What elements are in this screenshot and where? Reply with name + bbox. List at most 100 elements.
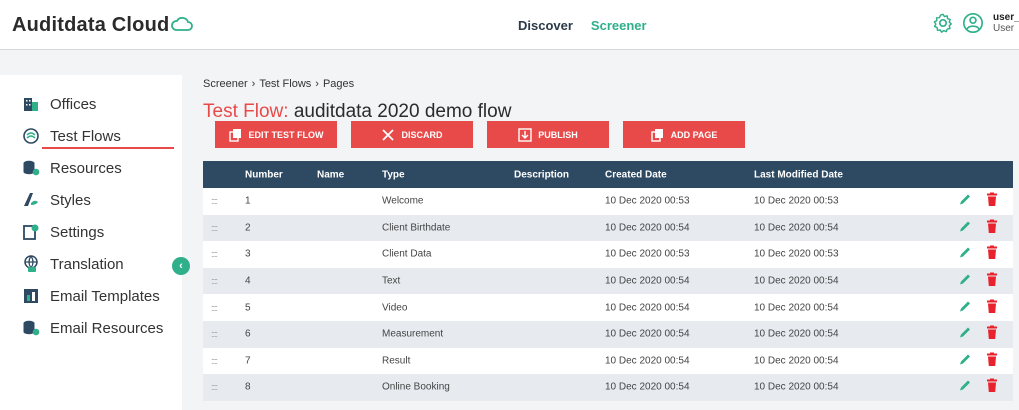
building-icon bbox=[22, 95, 40, 113]
edit-test-flow-button[interactable]: EDIT TEST FLOW bbox=[215, 121, 337, 148]
add-page-button[interactable]: ADD PAGE bbox=[623, 121, 745, 148]
sidebar-item-label: Email Resources bbox=[50, 319, 164, 337]
cloud-icon bbox=[171, 16, 194, 31]
collapse-sidebar-button[interactable]: ‹ bbox=[172, 257, 190, 275]
edit-icon[interactable] bbox=[958, 352, 972, 369]
edit-icon[interactable] bbox=[958, 299, 972, 316]
row-number: 7 bbox=[245, 355, 251, 367]
user-block[interactable]: user_ User bbox=[993, 12, 1019, 34]
top-icons bbox=[932, 12, 984, 34]
row-number: 3 bbox=[245, 248, 251, 260]
edit-icon[interactable] bbox=[958, 379, 972, 396]
delete-icon[interactable] bbox=[986, 352, 998, 369]
drag-handle[interactable]: :::: bbox=[211, 329, 218, 339]
table-row[interactable]: :::: 4 Text 10 Dec 2020 00:54 10 Dec 2020 00… bbox=[203, 267, 1013, 295]
table-row[interactable]: :::: 3 Client Data 10 Dec 2020 00:53 10 Dec … bbox=[203, 241, 1013, 268]
row-type: Text bbox=[382, 275, 401, 287]
top-nav: Discover Screener bbox=[518, 18, 647, 33]
table-row[interactable]: :::: 8 Online Booking 10 Dec 2020 00:54 10 D… bbox=[203, 374, 1013, 401]
discard-label: DISCARD bbox=[401, 129, 443, 140]
delete-icon[interactable] bbox=[986, 219, 998, 236]
publish-button[interactable]: PUBLISH bbox=[487, 121, 609, 148]
drag-handle[interactable]: :::: bbox=[211, 223, 218, 233]
sidebar-item-label: Resources bbox=[50, 159, 122, 177]
sidebar-item-offices[interactable]: Offices bbox=[22, 92, 96, 116]
sidebar-item-label: Offices bbox=[50, 95, 97, 113]
table-row[interactable]: :::: 6 Measurement 10 Dec 2020 00:54 10 Dec … bbox=[203, 320, 1013, 348]
drag-handle[interactable]: :::: bbox=[211, 303, 218, 313]
table-header: Number Name Type Description Created Dat… bbox=[203, 161, 1013, 188]
column-name[interactable]: Name bbox=[317, 169, 344, 180]
row-type: Client Data bbox=[382, 248, 432, 260]
logo[interactable]: Auditdata Cloud bbox=[12, 14, 194, 37]
column-description[interactable]: Description bbox=[514, 169, 569, 180]
edit-icon[interactable] bbox=[958, 326, 972, 343]
sidebar-item-email-templates[interactable]: Email Templates bbox=[22, 284, 160, 308]
delete-icon[interactable] bbox=[986, 245, 998, 263]
sidebar-item-settings[interactable]: Settings bbox=[22, 220, 104, 244]
column-number[interactable]: Number bbox=[245, 169, 283, 180]
delete-icon[interactable] bbox=[986, 272, 998, 290]
paint-icon bbox=[22, 191, 40, 209]
row-type: Client Birthdate bbox=[382, 222, 451, 234]
sidebar-item-label: Settings bbox=[50, 223, 105, 241]
settings-icon bbox=[22, 223, 40, 241]
delete-icon[interactable] bbox=[986, 325, 998, 343]
user-icon[interactable] bbox=[962, 12, 984, 34]
row-type: Video bbox=[382, 302, 408, 314]
drag-handle[interactable]: :::: bbox=[211, 196, 218, 206]
breadcrumb-pages: Pages bbox=[322, 78, 355, 90]
edit-icon[interactable] bbox=[958, 273, 972, 290]
publish-label: PUBLISH bbox=[538, 129, 578, 140]
sidebar-item-translation[interactable]: Translation bbox=[22, 252, 124, 276]
nav-screener[interactable]: Screener bbox=[591, 18, 647, 33]
email-template-icon bbox=[22, 287, 40, 305]
table-row[interactable]: :::: 1 Welcome 10 Dec 2020 00:53 10 Dec 2020… bbox=[203, 188, 1013, 215]
sidebar-item-test-flows[interactable]: Test Flows bbox=[22, 124, 121, 148]
delete-icon[interactable] bbox=[986, 192, 998, 210]
logo-text: Auditdata Cloud bbox=[12, 14, 170, 36]
row-number: 8 bbox=[245, 381, 251, 393]
breadcrumb-test-flows[interactable]: Test Flows bbox=[259, 78, 311, 90]
table-row[interactable]: :::: 2 Client Birthdate 10 Dec 2020 00:54 10… bbox=[203, 214, 1013, 242]
drag-handle[interactable]: :::: bbox=[211, 276, 218, 286]
delete-icon[interactable] bbox=[986, 378, 998, 396]
chevron-left-icon: ‹ bbox=[179, 260, 183, 272]
row-created-date: 10 Dec 2020 00:54 bbox=[605, 275, 690, 287]
active-indicator bbox=[42, 147, 174, 149]
nav-discover[interactable]: Discover bbox=[518, 18, 573, 33]
user-name: user_ bbox=[993, 12, 1019, 23]
row-type: Result bbox=[382, 355, 411, 367]
gear-icon[interactable] bbox=[932, 12, 954, 34]
sidebar-item-label: Test Flows bbox=[50, 127, 121, 145]
copy-icon bbox=[228, 128, 241, 142]
breadcrumb-screener[interactable]: Screener bbox=[203, 78, 248, 90]
discard-button[interactable]: DISCARD bbox=[351, 121, 473, 148]
sidebar-item-resources[interactable]: Resources bbox=[22, 156, 122, 180]
column-created-date[interactable]: Created Date bbox=[605, 169, 667, 180]
sidebar-item-styles[interactable]: Styles bbox=[22, 188, 91, 212]
edit-icon[interactable] bbox=[958, 246, 972, 263]
add-page-label: ADD PAGE bbox=[670, 129, 718, 140]
row-number: 1 bbox=[245, 195, 251, 207]
row-created-date: 10 Dec 2020 00:53 bbox=[605, 248, 690, 260]
add-page-icon bbox=[650, 128, 663, 142]
delete-icon[interactable] bbox=[986, 299, 998, 316]
row-modified-date: 10 Dec 2020 00:54 bbox=[754, 275, 839, 287]
column-type[interactable]: Type bbox=[382, 169, 405, 180]
table-row[interactable]: :::: 5 Video 10 Dec 2020 00:54 10 Dec 2020 0… bbox=[203, 294, 1013, 321]
table-row[interactable]: :::: 7 Result 10 Dec 2020 00:54 10 Dec 2020 … bbox=[203, 347, 1013, 375]
action-bar: EDIT TEST FLOW DISCARD PUBLISH ADD PAGE bbox=[215, 121, 745, 148]
drag-handle[interactable]: :::: bbox=[211, 382, 218, 392]
row-modified-date: 10 Dec 2020 00:53 bbox=[754, 195, 839, 207]
drag-handle[interactable]: :::: bbox=[211, 356, 218, 366]
drag-handle[interactable]: :::: bbox=[211, 249, 218, 259]
row-type: Welcome bbox=[382, 195, 424, 207]
edit-icon[interactable] bbox=[958, 193, 972, 210]
top-bar: Auditdata Cloud Discover Screener user_ … bbox=[0, 0, 1019, 50]
table-body: :::: 1 Welcome 10 Dec 2020 00:53 10 Dec 2020… bbox=[203, 188, 1013, 401]
sidebar-item-email-resources[interactable]: Email Resources bbox=[22, 316, 163, 340]
column-last-modified-date[interactable]: Last Modified Date bbox=[754, 169, 843, 180]
edit-icon[interactable] bbox=[958, 219, 972, 236]
row-created-date: 10 Dec 2020 00:54 bbox=[605, 222, 690, 234]
